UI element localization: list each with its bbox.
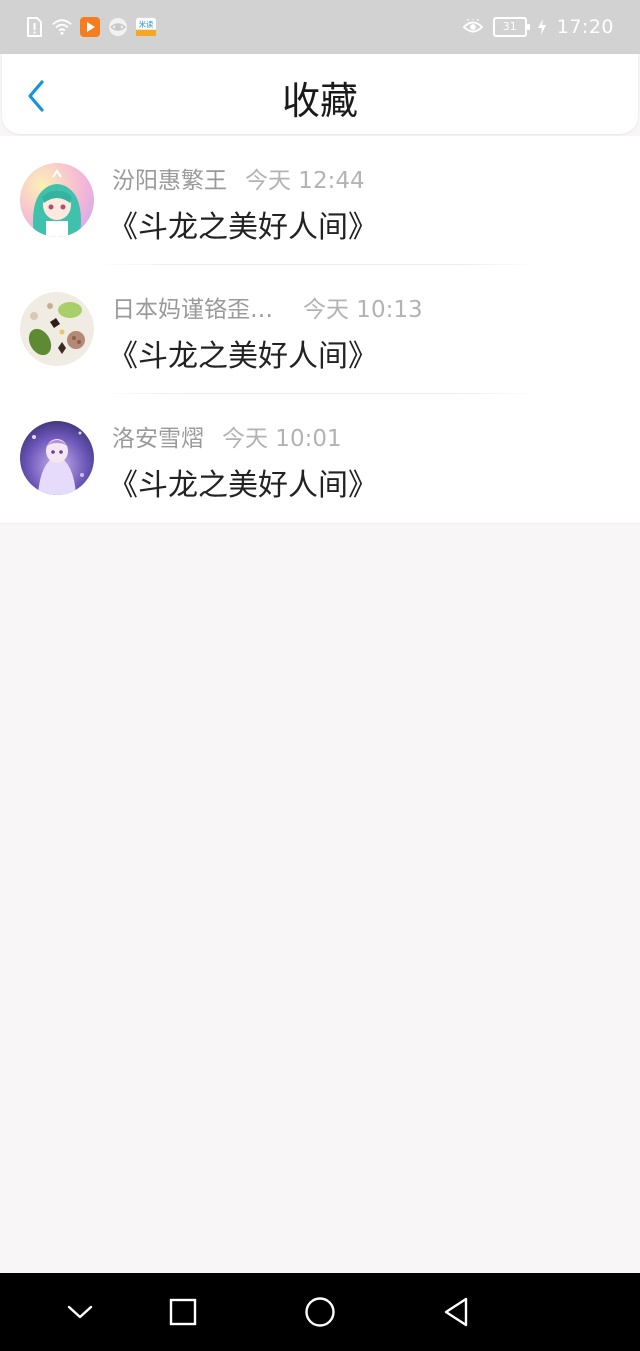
list-item[interactable]: 日本妈谨铬歪… 今天 10:13 《斗龙之美好人间》 [0, 265, 640, 394]
eye-comfort-icon [462, 17, 483, 37]
recent-apps-icon [169, 1298, 197, 1326]
book-title[interactable]: 《斗龙之美好人间》 [108, 460, 378, 504]
browser-app-icon [108, 17, 128, 37]
author-name[interactable]: 日本妈谨铬歪… [112, 290, 273, 324]
book-title[interactable]: 《斗龙之美好人间》 [108, 202, 378, 246]
header: 收藏 [2, 54, 638, 134]
status-right-icons: 31 17:20 [462, 14, 614, 40]
reader-app-icon: 米读 [136, 17, 156, 37]
battery-icon: 31 [492, 17, 530, 37]
list-end-divider [0, 523, 640, 524]
wifi-icon [52, 17, 72, 37]
book-title[interactable]: 《斗龙之美好人间》 [108, 331, 378, 375]
author-row: 汾阳惠繁王 今天 12:44 [112, 162, 365, 194]
back-triangle-icon [444, 1297, 468, 1327]
home-icon [305, 1297, 335, 1327]
post-time: 今天 10:13 [303, 297, 423, 323]
author-row: 洛安雪熠 今天 10:01 [112, 420, 342, 452]
favorites-list: 汾阳惠繁王 今天 12:44 《斗龙之美好人间》 日本妈谨铬歪… 今天 10:1… [0, 136, 640, 524]
list-item[interactable]: 洛安雪熠 今天 10:01 《斗龙之美好人间》 [0, 394, 640, 523]
back-nav-button[interactable] [436, 1292, 476, 1332]
post-time: 今天 10:01 [222, 426, 342, 452]
navigation-bar [0, 1273, 640, 1351]
sim-alert-icon [24, 17, 44, 37]
reader-app-badge: 米读 [139, 20, 154, 29]
hide-nav-button[interactable] [60, 1292, 100, 1332]
chevron-down-icon [67, 1305, 93, 1319]
author-name[interactable]: 汾阳惠繁王 [112, 161, 227, 195]
status-bar: 米读 31 17:20 [0, 0, 640, 54]
video-app-icon [80, 17, 100, 37]
avatar[interactable] [20, 292, 94, 366]
list-item[interactable]: 汾阳惠繁王 今天 12:44 《斗龙之美好人间》 [0, 136, 640, 265]
author-row: 日本妈谨铬歪… 今天 10:13 [112, 291, 423, 323]
page-title: 收藏 [281, 79, 358, 123]
status-time: 17:20 [556, 16, 614, 38]
home-button[interactable] [300, 1292, 340, 1332]
post-time: 今天 12:44 [245, 168, 365, 194]
recent-apps-button[interactable] [163, 1292, 203, 1332]
status-left-icons: 米读 [24, 16, 156, 38]
battery-level: 31 [502, 20, 517, 33]
author-name[interactable]: 洛安雪熠 [112, 419, 204, 453]
charging-icon [537, 17, 547, 37]
avatar[interactable] [20, 163, 94, 237]
avatar[interactable] [20, 421, 94, 495]
